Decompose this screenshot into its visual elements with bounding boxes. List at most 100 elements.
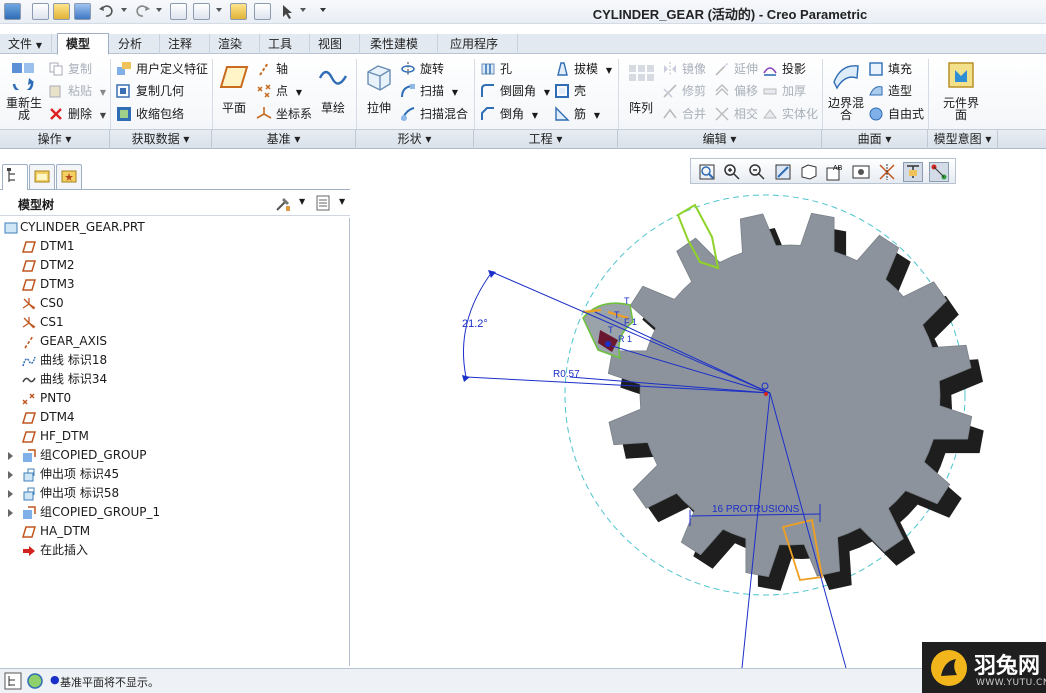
tab-applications[interactable]: 应用程序 xyxy=(442,34,518,54)
plane-button[interactable]: 平面 xyxy=(218,62,250,116)
tab-model-tree-nav[interactable] xyxy=(2,164,28,190)
datum-filter-button[interactable] xyxy=(903,162,923,182)
tab-tools[interactable]: 工具 xyxy=(260,34,310,54)
freestyle-button[interactable]: 自由式 xyxy=(868,104,924,124)
select-cursor-icon[interactable] xyxy=(278,3,295,20)
chevron-down-icon[interactable]: ▼ xyxy=(299,197,305,206)
redo-icon[interactable] xyxy=(134,3,151,20)
zoom-in-button[interactable] xyxy=(722,162,742,182)
shrinkwrap-button[interactable]: 收缩包络 xyxy=(116,104,184,124)
group-datum[interactable]: 基准 ▾ xyxy=(212,130,356,149)
show-menu-icon[interactable] xyxy=(314,194,332,212)
merge-button[interactable]: 合并 xyxy=(662,104,706,124)
shell-button[interactable]: 壳 xyxy=(554,81,586,101)
close-window-icon[interactable] xyxy=(230,3,247,20)
group-model-intent[interactable]: 模型意图 ▾ xyxy=(928,130,998,149)
new-file-icon[interactable] xyxy=(32,3,49,20)
tree-item-copied-group-1[interactable]: 组COPIED_GROUP_1 xyxy=(0,503,340,522)
fill-button[interactable]: 填充 xyxy=(868,59,912,79)
intersect-button[interactable]: 相交 xyxy=(714,104,758,124)
swept-blend-button[interactable]: 扫描混合 xyxy=(400,104,468,124)
expand-arrow-icon[interactable] xyxy=(8,471,13,479)
tree-item-ha-dtm[interactable]: HA_DTM xyxy=(0,522,340,541)
tab-annotate[interactable]: 注释 xyxy=(160,34,210,54)
tree-item-curve-18[interactable]: 曲线 标识18 xyxy=(0,351,340,370)
extrude-button[interactable]: 拉伸 xyxy=(362,62,396,116)
udf-button[interactable]: 用户定义特征 xyxy=(116,59,208,79)
view-manager-button[interactable] xyxy=(851,162,871,182)
tree-item-copied-group[interactable]: 组COPIED_GROUP xyxy=(0,446,340,465)
refit-button[interactable] xyxy=(697,162,717,182)
group-editing[interactable]: 编辑 ▾ xyxy=(618,130,822,149)
zoom-out-button[interactable] xyxy=(747,162,767,182)
pattern-button[interactable]: 阵列 xyxy=(624,62,658,116)
solidify-button[interactable]: 实体化 xyxy=(762,104,818,124)
perspective-button[interactable] xyxy=(877,162,897,182)
gear-top-surface[interactable] xyxy=(607,212,973,578)
expand-arrow-icon[interactable] xyxy=(8,452,13,460)
tree-item-cylinder-gear-prt[interactable]: CYLINDER_GEAR.PRT xyxy=(0,218,340,237)
tab-folder-browser[interactable] xyxy=(29,164,55,189)
tree-item-pnt0[interactable]: PNT0 xyxy=(0,389,340,408)
tree-settings-icon[interactable] xyxy=(274,195,292,213)
open-folder-icon[interactable] xyxy=(53,3,70,20)
regenerate-icon[interactable] xyxy=(170,3,187,20)
undo-icon[interactable] xyxy=(98,3,115,20)
undo-dropdown-icon[interactable] xyxy=(121,8,127,12)
repaint-button[interactable] xyxy=(773,162,793,182)
round-button[interactable]: 倒圆角 ▼ xyxy=(480,81,550,101)
tree-item-cs1[interactable]: CS1 xyxy=(0,313,340,332)
thicken-button[interactable]: 加厚 xyxy=(762,81,806,101)
select-dropdown-icon[interactable] xyxy=(300,8,306,12)
tree-item-dtm1[interactable]: DTM1 xyxy=(0,237,340,256)
offset-button[interactable]: 偏移 xyxy=(714,81,758,101)
windows-dropdown-icon[interactable] xyxy=(216,8,222,12)
expand-arrow-icon[interactable] xyxy=(8,509,13,517)
tree-item-protrusion-58[interactable]: 伸出项 标识58 xyxy=(0,484,340,503)
expand-arrow-icon[interactable] xyxy=(8,490,13,498)
chamfer-button[interactable]: 倒角 ▼ xyxy=(480,104,538,124)
group-operations[interactable]: 操作 ▾ xyxy=(0,130,110,149)
tree-item-protrusion-45[interactable]: 伸出项 标识45 xyxy=(0,465,340,484)
project-button[interactable]: 投影 xyxy=(762,59,806,79)
link-icon[interactable] xyxy=(254,3,271,20)
app-icon[interactable] xyxy=(4,3,21,20)
component-interface-button[interactable]: 元件界面 xyxy=(938,60,984,121)
hole-button[interactable]: 孔 xyxy=(480,59,512,79)
tab-file[interactable]: 文件 ▼ xyxy=(0,34,52,54)
annotation-display-button[interactable] xyxy=(929,162,949,182)
draft-button[interactable]: 拔模 ▼ xyxy=(554,59,612,79)
delete-button[interactable]: 删除 ▼ xyxy=(48,104,106,124)
mirror-button[interactable]: 镜像 xyxy=(662,59,706,79)
tab-model[interactable]: 模型 xyxy=(57,33,109,55)
tree-item-gear-axis[interactable]: GEAR_AXIS xyxy=(0,332,340,351)
tree-item-dtm3[interactable]: DTM3 xyxy=(0,275,340,294)
group-shapes[interactable]: 形状 ▾ xyxy=(356,130,474,149)
rib-button[interactable]: 筋 ▼ xyxy=(554,104,600,124)
tab-analysis[interactable]: 分析 xyxy=(110,34,160,54)
tree-item-cs0[interactable]: CS0 xyxy=(0,294,340,313)
redo-dropdown-icon[interactable] xyxy=(156,8,162,12)
customize-toolbar-icon[interactable] xyxy=(320,8,326,12)
tab-favorites[interactable] xyxy=(56,164,82,189)
revolve-button[interactable]: 旋转 xyxy=(400,59,444,79)
copy-button[interactable]: 复制 xyxy=(48,59,92,79)
point-button[interactable]: 点 ▼ xyxy=(256,81,302,101)
csys-button[interactable]: 坐标系 xyxy=(256,104,312,124)
group-surfaces[interactable]: 曲面 ▾ xyxy=(822,130,928,149)
group-get-data[interactable]: 获取数据 ▾ xyxy=(110,130,212,149)
axis-button[interactable]: 轴 xyxy=(256,59,288,79)
graphics-window[interactable]: 21.2° R0.57 16 PROTRUSIONS T T F 1 T R 1 xyxy=(352,150,1046,669)
model-tree-toggle-icon[interactable] xyxy=(4,672,22,690)
copy-geometry-button[interactable]: 复制几何 xyxy=(116,81,184,101)
sketch-button[interactable]: 草绘 xyxy=(316,62,350,116)
browser-toggle-icon[interactable] xyxy=(26,672,44,690)
tree-item-dtm2[interactable]: DTM2 xyxy=(0,256,340,275)
tree-item-dtm4[interactable]: DTM4 xyxy=(0,408,340,427)
style-button[interactable]: 造型 xyxy=(868,81,912,101)
extend-button[interactable]: 延伸 xyxy=(714,59,758,79)
tree-item-curve-34[interactable]: 曲线 标识34 xyxy=(0,370,340,389)
tree-item-insert-here[interactable]: 在此插入 xyxy=(0,541,340,560)
save-icon[interactable] xyxy=(74,3,91,20)
sweep-button[interactable]: 扫描 ▼ xyxy=(400,81,458,101)
